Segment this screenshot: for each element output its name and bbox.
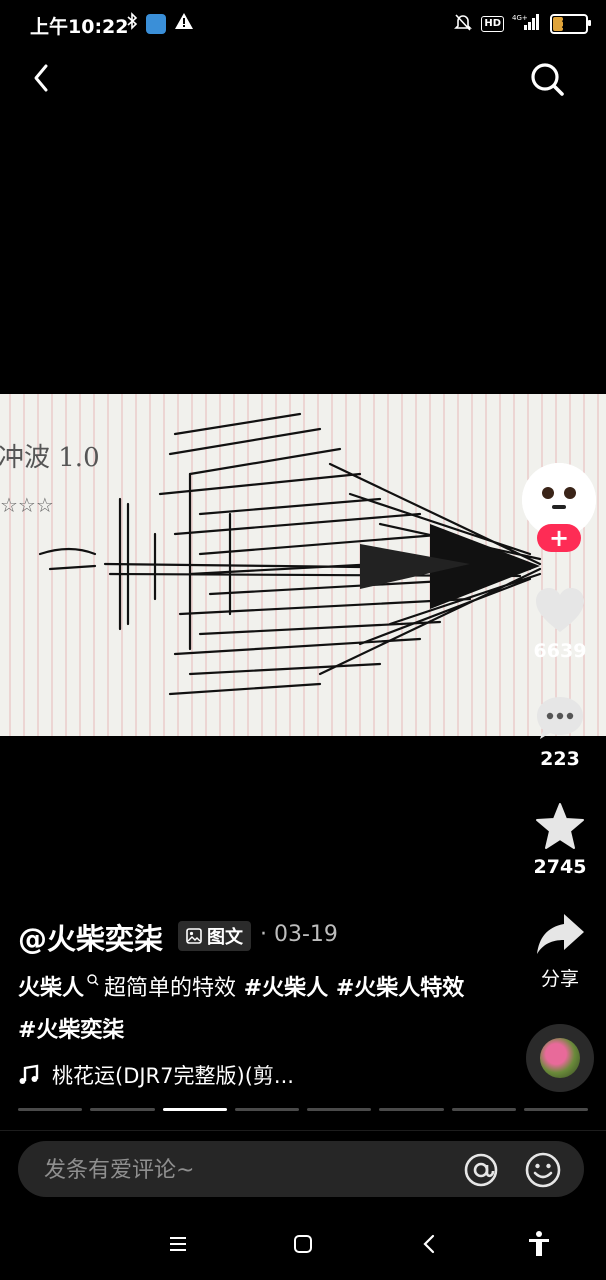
author-name[interactable]: @火柴奕柒 (18, 916, 163, 958)
progress-segment (162, 1108, 227, 1111)
sketch-note-1: 冲波 1.0 (0, 443, 100, 473)
post-image[interactable]: 冲波 1.0 ☆☆☆ (0, 394, 606, 736)
star-icon (536, 803, 584, 849)
status-right-icons: HD 4G+ 29 (453, 12, 591, 36)
back-button[interactable] (24, 58, 64, 98)
battery-icon: 29 (550, 14, 591, 34)
progress-segment (307, 1108, 372, 1111)
emoji-button[interactable] (524, 1151, 562, 1193)
status-left-icons (126, 12, 194, 35)
hd-icon: HD (481, 16, 504, 32)
home-button[interactable] (291, 1232, 315, 1260)
status-bar: 上午10:22 HD 4G+ 29 (0, 0, 606, 50)
comment-count: 223 (540, 748, 580, 770)
comment-bar (18, 1141, 584, 1199)
music-disc[interactable] (526, 1024, 594, 1092)
progress-segment (523, 1108, 588, 1111)
app-notify-icon (146, 13, 166, 34)
comment-input[interactable] (42, 1141, 446, 1199)
follow-button[interactable]: + (537, 524, 581, 552)
music-row[interactable]: 桃花运(DJR7完整版)(剪... (18, 1060, 294, 1090)
post-type-label: 图文 (207, 927, 243, 948)
comment-icon (537, 697, 583, 739)
music-note-icon (19, 1064, 39, 1084)
music-title: 桃花运(DJR7完整版)(剪... (52, 1064, 294, 1088)
like-button[interactable]: 6639 (520, 586, 600, 662)
back-icon (34, 64, 48, 92)
mention-button[interactable] (462, 1151, 500, 1193)
system-nav-bar (0, 1212, 606, 1280)
post-date: · 03-19 (260, 922, 338, 947)
image-pager-progress (18, 1108, 588, 1111)
hashtag-1[interactable]: #火柴人 (244, 976, 328, 1001)
battery-level: 29 (561, 17, 577, 31)
alert-icon (174, 12, 194, 35)
progress-segment (90, 1108, 155, 1111)
favorite-count: 2745 (533, 856, 587, 878)
search-button[interactable] (526, 58, 568, 100)
image-icon (186, 928, 202, 944)
accessibility-button[interactable] (526, 1230, 552, 1262)
nav-back-button[interactable] (418, 1232, 442, 1260)
nav-back-icon (423, 1234, 435, 1254)
progress-segment (18, 1108, 83, 1111)
post-caption: 火柴人 超简单的特效 #火柴人 #火柴人特效 #火柴奕柒 (18, 968, 468, 1052)
status-time: 上午10:22 (30, 16, 129, 38)
divider (0, 1130, 606, 1131)
share-button[interactable]: 分享 (520, 910, 600, 991)
signal-icon: 4G+ (512, 13, 542, 35)
sketch-drawing: 冲波 1.0 ☆☆☆ (0, 394, 606, 736)
caption-topic[interactable]: 火柴人 (18, 976, 84, 1001)
progress-segment (451, 1108, 516, 1111)
comment-button[interactable]: 223 (520, 694, 600, 770)
mute-icon (453, 12, 473, 36)
sketch-note-2: ☆☆☆ (0, 493, 54, 517)
share-icon (537, 914, 584, 954)
share-label: 分享 (540, 968, 579, 990)
favorite-button[interactable]: 2745 (520, 802, 600, 878)
accessibility-icon (529, 1231, 549, 1256)
post-type-badge: 图文 (178, 921, 251, 951)
emoji-icon (525, 1152, 561, 1188)
progress-segment (234, 1108, 299, 1111)
like-count: 6639 (533, 640, 587, 662)
heart-icon (536, 588, 584, 632)
music-cover (540, 1038, 580, 1078)
progress-segment (379, 1108, 444, 1111)
at-icon (464, 1153, 498, 1187)
search-icon (531, 63, 564, 96)
svg-text:4G+: 4G+ (512, 14, 528, 22)
menu-icon (170, 1237, 186, 1251)
caption-text: 超简单的特效 (104, 976, 237, 1001)
home-square-icon (294, 1235, 312, 1253)
hashtag-3[interactable]: #火柴奕柒 (18, 1018, 124, 1043)
bluetooth-icon (126, 12, 138, 35)
search-topic-icon (87, 974, 99, 986)
menu-button[interactable] (166, 1232, 190, 1260)
hashtag-2[interactable]: #火柴人特效 (336, 976, 464, 1001)
